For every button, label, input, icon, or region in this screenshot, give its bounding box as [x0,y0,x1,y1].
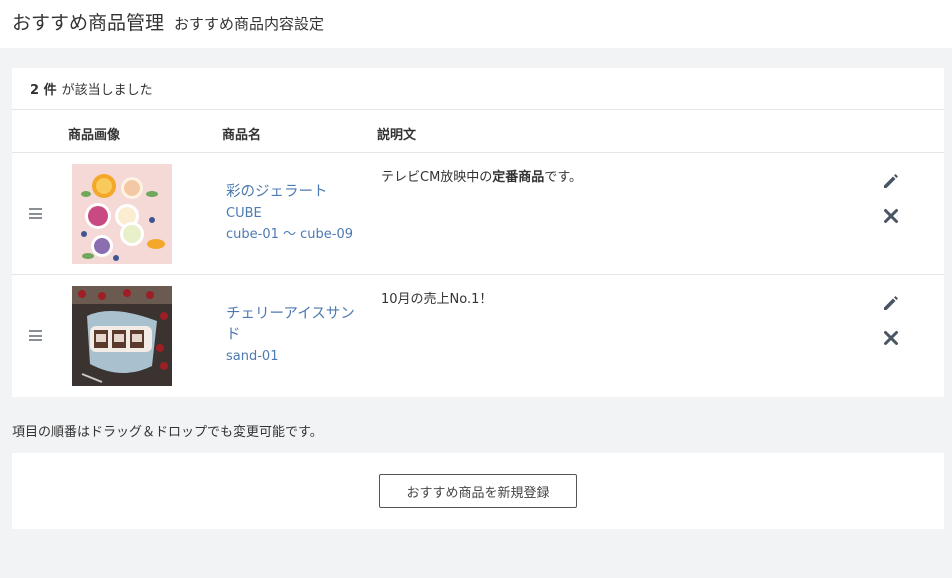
result-count-suffix: が該当しました [61,83,153,98]
add-recommended-product-button[interactable]: おすすめ商品を新規登録 [379,474,577,508]
drag-handle-icon[interactable] [29,330,42,341]
page-header: おすすめ商品管理 おすすめ商品内容設定 [0,0,952,48]
column-header-image: 商品画像 [68,128,121,143]
add-button-card: おすすめ商品を新規登録 [12,453,944,529]
product-name-link[interactable]: 彩のジェラート [226,182,361,203]
result-count-number: 2 件 [30,83,57,98]
product-description: テレビCM放映中の定番商品です。 [381,166,582,185]
column-header-name: 商品名 [222,128,262,143]
product-name-cell: チェリーアイスサンド sand-01 [226,304,361,367]
close-icon[interactable] [880,205,902,227]
drag-handle-icon[interactable] [29,208,42,219]
page-title: おすすめ商品管理 [12,12,165,34]
page-subtitle: おすすめ商品内容設定 [174,15,325,33]
pencil-icon[interactable] [880,170,902,192]
product-code: sand-01 [226,349,279,364]
description-text: テレビCM放映中の [381,170,493,185]
product-image-gelato [72,164,172,264]
column-header-description: 説明文 [377,128,417,143]
reorder-note: 項目の順番はドラッグ＆ドロップでも変更可能です。 [12,425,323,440]
result-count: 2 件 が該当しました [12,68,944,110]
product-image-cherry-sand [72,286,172,386]
table-row[interactable]: 彩のジェラート CUBE cube-01 ～ cube-09 テレビCM放映中の… [12,153,944,275]
recommended-list-card: 2 件 が該当しました 商品画像 商品名 説明文 彩のジェラート CUBE cu… [12,68,944,397]
product-name-cell: 彩のジェラート CUBE cube-01 ～ cube-09 [226,182,361,245]
table-header: 商品画像 商品名 説明文 [12,110,944,153]
product-description: 10月の売上No.1！ [381,292,493,307]
description-text-end: です。 [544,170,583,185]
close-icon[interactable] [880,327,902,349]
table-row[interactable]: チェリーアイスサンド sand-01 10月の売上No.1！ [12,275,944,397]
description-bold-text: 定番商品 [492,170,545,185]
product-code: CUBE [226,206,262,221]
product-name-link[interactable]: チェリーアイスサンド [226,304,361,346]
pencil-icon[interactable] [880,292,902,314]
product-code-range: cube-01 ～ cube-09 [226,227,354,242]
